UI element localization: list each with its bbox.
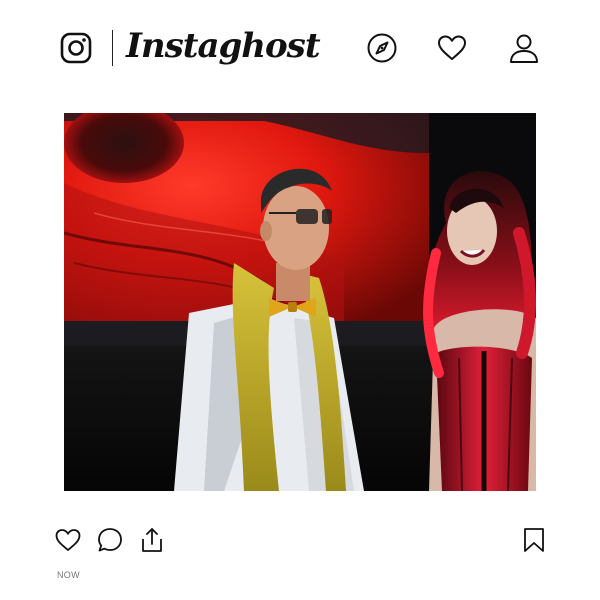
heart-icon[interactable] <box>436 32 468 64</box>
post-frame: Instaghost NOW <box>0 0 600 600</box>
post-photo[interactable] <box>64 113 536 491</box>
post-actions-bar <box>54 526 546 558</box>
instagram-logo-icon[interactable] <box>60 32 92 64</box>
heart-outline-icon[interactable] <box>54 526 82 554</box>
speech-bubble-icon[interactable] <box>96 526 124 554</box>
share-upload-icon[interactable] <box>138 526 166 554</box>
brand-name[interactable]: Instaghost <box>126 26 321 66</box>
bookmark-icon[interactable] <box>520 526 548 554</box>
user-icon[interactable] <box>508 32 540 64</box>
app-header: Instaghost <box>60 26 540 72</box>
header-divider <box>112 30 113 66</box>
compass-icon[interactable] <box>366 32 398 64</box>
post-timestamp: NOW <box>57 570 80 580</box>
